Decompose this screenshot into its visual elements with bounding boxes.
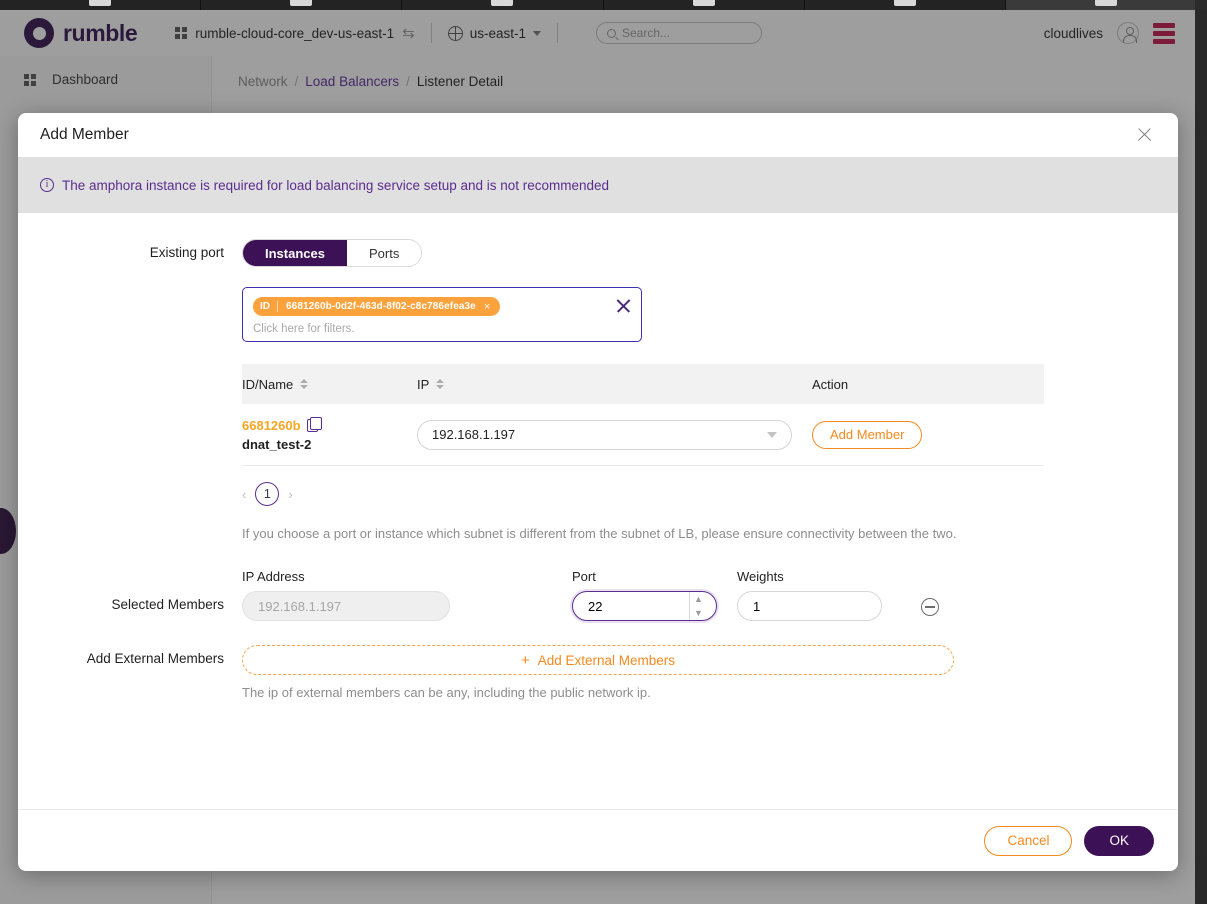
tab-favicon	[692, 0, 715, 6]
add-member-row-button[interactable]: Add Member	[812, 420, 923, 449]
selected-members-section: Selected Members IP Address 192.168.1.19…	[18, 569, 1178, 621]
pagination-next[interactable]: ›	[288, 487, 292, 502]
browser-tab[interactable]	[604, 0, 805, 10]
member-ip-input: 192.168.1.197	[242, 591, 450, 621]
instance-name: dnat_test-2	[242, 436, 312, 452]
cell-ip: 192.168.1.197	[417, 419, 812, 450]
copy-icon[interactable]	[306, 416, 322, 432]
dialog-title: Add Member	[40, 126, 129, 143]
remove-member-icon[interactable]	[921, 598, 939, 616]
browser-tab-active[interactable]	[1005, 0, 1207, 10]
filter-tag-key: ID	[260, 301, 270, 312]
browser-tab[interactable]	[201, 0, 403, 10]
filter-tag-id: ID 6681260b-0d2f-463d-8f02-c8c786efea3e …	[253, 297, 501, 316]
pagination: ‹ 1 ›	[242, 482, 1152, 506]
filter-tag-remove-icon[interactable]: ×	[484, 301, 496, 313]
port-stepper-up[interactable]: ▲	[690, 592, 707, 606]
pagination-prev[interactable]: ‹	[242, 487, 246, 502]
tab-favicon	[290, 0, 313, 6]
member-ip-field-group: IP Address 192.168.1.197	[242, 569, 572, 621]
subnet-hint: If you choose a port or instance which s…	[242, 526, 957, 541]
existing-port-label: Existing port	[149, 245, 224, 260]
tab-favicon	[89, 0, 112, 6]
selected-members-label: Selected Members	[111, 597, 224, 612]
add-member-dialog: Add Member i The amphora instance is req…	[18, 113, 1178, 871]
external-members-label: Add External Members	[86, 651, 224, 666]
sort-icon[interactable]	[300, 379, 309, 389]
browser-tab[interactable]	[805, 0, 1006, 10]
column-header-action: Action	[812, 376, 849, 392]
dialog-footer: Cancel OK	[18, 809, 1178, 871]
instances-table: ID/Name IP Action 6681260b dnat_test-2 1…	[242, 364, 1044, 466]
member-ip-value: 192.168.1.197	[258, 598, 342, 614]
column-header-idname-label: ID/Name	[242, 376, 294, 392]
external-members-hint: The ip of external members can be any, i…	[242, 685, 651, 700]
table-header-row: ID/Name IP Action	[242, 364, 1044, 404]
external-members-section: Add External Members + Add External Memb…	[18, 645, 1178, 700]
info-banner-text: The amphora instance is required for loa…	[62, 177, 610, 193]
member-weights-label: Weights	[737, 569, 784, 584]
selected-member-row: IP Address 192.168.1.197 Port 22 ▲ ▼ Wei…	[242, 569, 1152, 621]
chevron-down-icon	[767, 431, 777, 438]
tab-favicon	[491, 0, 514, 6]
info-banner: i The amphora instance is required for l…	[18, 157, 1178, 213]
info-icon: i	[40, 178, 54, 192]
column-header-ip[interactable]: IP	[417, 377, 812, 392]
tab-favicon	[1094, 0, 1117, 6]
existing-port-section: Existing port Instances Ports ID 6681260…	[18, 239, 1178, 541]
add-external-members-button[interactable]: + Add External Members	[242, 645, 954, 675]
cell-idname: 6681260b dnat_test-2	[242, 416, 417, 452]
tab-instances[interactable]: Instances	[243, 240, 347, 266]
browser-tab-strip	[0, 0, 1207, 10]
tab-ports[interactable]: Ports	[346, 240, 422, 266]
column-header-idname[interactable]: ID/Name	[242, 377, 417, 392]
table-row: 6681260b dnat_test-2 192.168.1.197 Add M…	[242, 404, 1044, 466]
port-stepper-down[interactable]: ▼	[690, 606, 707, 620]
member-port-label: Port	[572, 569, 596, 584]
close-icon[interactable]	[1134, 124, 1156, 146]
ok-button[interactable]: OK	[1084, 825, 1154, 856]
browser-tab[interactable]	[402, 0, 604, 10]
member-weights-input[interactable]: 1	[737, 591, 882, 621]
pagination-page-1[interactable]: 1	[255, 482, 280, 506]
sort-icon[interactable]	[436, 379, 445, 389]
dialog-body: Existing port Instances Ports ID 6681260…	[18, 213, 1178, 809]
member-weights-field-group: Weights 1	[737, 569, 897, 621]
member-port-field-group: Port 22 ▲ ▼	[572, 569, 737, 621]
source-type-tabs: Instances Ports	[242, 239, 423, 267]
plus-icon: +	[520, 651, 530, 669]
cancel-button[interactable]: Cancel	[984, 825, 1073, 856]
ip-select[interactable]: 192.168.1.197	[417, 419, 792, 450]
column-header-ip-label: IP	[417, 376, 430, 392]
instance-id[interactable]: 6681260b	[242, 418, 301, 433]
filter-tag-value: 6681260b-0d2f-463d-8f02-c8c786efea3e	[286, 301, 476, 312]
dialog-header: Add Member	[18, 113, 1178, 157]
filter-clear-icon[interactable]	[615, 297, 632, 314]
tab-favicon	[893, 0, 916, 6]
filter-placeholder: Click here for filters.	[253, 323, 355, 335]
port-stepper: ▲ ▼	[689, 592, 707, 620]
cell-action: Add Member	[812, 420, 1044, 449]
filter-input[interactable]: ID 6681260b-0d2f-463d-8f02-c8c786efea3e …	[242, 287, 642, 342]
add-external-members-label: Add External Members	[537, 652, 676, 668]
member-port-value: 22	[588, 598, 603, 614]
ip-select-value: 192.168.1.197	[432, 427, 516, 442]
member-weights-value: 1	[753, 598, 761, 614]
browser-tab[interactable]	[0, 0, 202, 10]
member-ip-label: IP Address	[242, 569, 305, 584]
